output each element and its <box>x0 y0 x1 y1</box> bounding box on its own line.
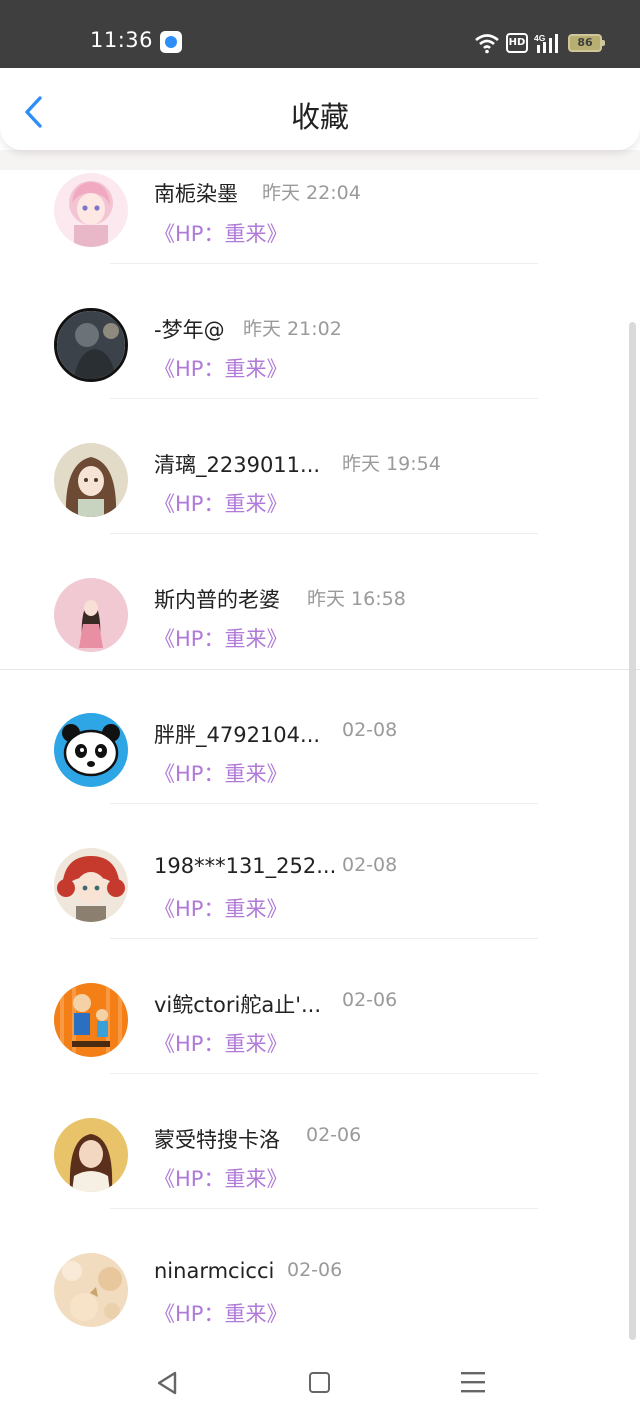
avatar[interactable] <box>54 848 128 922</box>
app-notification-icon <box>160 31 182 53</box>
navigation-bar <box>0 1346 640 1422</box>
item-time: 02-06 <box>306 1124 362 1146</box>
avatar[interactable] <box>54 1118 128 1192</box>
triangle-back-icon[interactable] <box>155 1370 179 1396</box>
item-name[interactable]: 南栀染墨 <box>154 178 238 208</box>
avatar-image <box>57 311 125 379</box>
item-time: 02-08 <box>342 854 398 876</box>
list-item[interactable]: 南栀染墨 昨天 22:04 《HP：重来》 <box>0 168 628 303</box>
divider <box>0 669 640 670</box>
item-name[interactable]: 胖胖_4792104... <box>154 719 320 749</box>
item-time: 昨天 21:02 <box>243 318 342 340</box>
avatar-image <box>54 173 128 247</box>
item-link[interactable]: 《HP：重来》 <box>154 218 287 248</box>
divider <box>110 398 538 399</box>
avatar-image <box>54 713 128 787</box>
avatar-image <box>54 578 128 652</box>
avatar[interactable] <box>54 983 128 1057</box>
list-item[interactable]: 清璃_2239011... 昨天 19:54 《HP：重来》 <box>0 438 628 573</box>
header-gap <box>0 150 640 170</box>
divider <box>110 1073 538 1074</box>
square-home-icon[interactable] <box>309 1372 330 1393</box>
item-link[interactable]: 《HP：重来》 <box>154 488 287 518</box>
avatar-image <box>54 983 128 1057</box>
avatar[interactable] <box>54 173 128 247</box>
list-item[interactable]: 胖胖_4792104... 02-08 《HP：重来》 <box>0 708 628 843</box>
list-item[interactable]: -梦年@ 昨天 21:02 《HP：重来》 <box>0 303 628 438</box>
item-time: 昨天 16:58 <box>307 588 406 610</box>
divider <box>110 263 538 264</box>
avatar-image <box>54 848 128 922</box>
list-item[interactable]: 斯内普的老婆 昨天 16:58 《HP：重来》 <box>0 573 640 708</box>
item-name[interactable]: ninarmcicci <box>154 1259 274 1283</box>
item-link[interactable]: 《HP：重来》 <box>154 1163 287 1193</box>
item-link[interactable]: 《HP：重来》 <box>154 1298 287 1328</box>
item-link[interactable]: 《HP：重来》 <box>154 1028 287 1058</box>
avatar[interactable] <box>54 308 128 382</box>
item-time: 昨天 22:04 <box>262 182 361 204</box>
avatar[interactable] <box>54 1253 128 1327</box>
avatar[interactable] <box>54 443 128 517</box>
item-name[interactable]: 蒙受特搜卡洛 <box>154 1124 280 1154</box>
divider <box>110 938 538 939</box>
divider <box>110 1208 538 1209</box>
battery-icon: 86 <box>568 34 605 52</box>
network-type: 4G <box>534 33 546 43</box>
hd-icon: HD <box>506 33 528 53</box>
item-link[interactable]: 《HP：重来》 <box>154 353 287 383</box>
item-name[interactable]: -梦年@ <box>154 314 225 344</box>
item-link[interactable]: 《HP：重来》 <box>154 623 287 653</box>
item-time: 02-06 <box>287 1259 343 1281</box>
status-bar: 11:36 HD 4G 86 <box>0 0 640 68</box>
avatar[interactable] <box>54 713 128 787</box>
divider <box>110 533 538 534</box>
item-time: 02-08 <box>342 719 398 741</box>
avatar[interactable] <box>54 578 128 652</box>
item-link[interactable]: 《HP：重来》 <box>154 758 287 788</box>
wifi-icon <box>475 34 499 54</box>
divider <box>110 803 538 804</box>
avatar-image <box>54 1253 128 1327</box>
scrollbar[interactable] <box>629 322 636 1340</box>
item-link[interactable]: 《HP：重来》 <box>154 893 287 923</box>
item-time: 02-06 <box>342 989 398 1011</box>
list-item[interactable]: 198***131_252... 02-08 《HP：重来》 <box>0 843 628 978</box>
item-name[interactable]: 清璃_2239011... <box>154 449 320 479</box>
item-name[interactable]: vi鲩ctori舵a止'... <box>154 989 321 1019</box>
list-item[interactable]: 蒙受特搜卡洛 02-06 《HP：重来》 <box>0 1113 628 1248</box>
status-icons: HD 4G 86 <box>474 30 605 56</box>
status-time: 11:36 <box>90 28 154 52</box>
item-name[interactable]: 198***131_252... <box>154 854 336 878</box>
item-time: 昨天 19:54 <box>342 453 441 475</box>
item-name[interactable]: 斯内普的老婆 <box>154 584 280 614</box>
list-item[interactable]: vi鲩ctori舵a止'... 02-06 《HP：重来》 <box>0 978 628 1113</box>
page-title: 收藏 <box>290 100 349 134</box>
signal-icon: 4G <box>534 33 558 53</box>
menu-lines-icon[interactable] <box>461 1371 485 1393</box>
header: 收藏 <box>0 68 640 150</box>
avatar-image <box>54 1118 128 1192</box>
avatar-image <box>54 443 128 517</box>
